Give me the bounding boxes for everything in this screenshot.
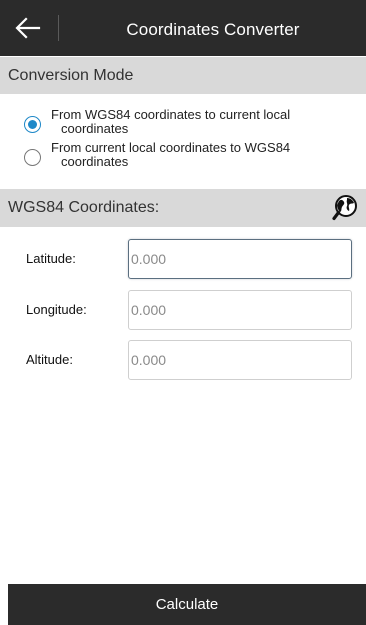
radio-option-label: From current local coordinates to WGS84 … [49,141,334,169]
conversion-mode-title: Conversion Mode [8,66,134,84]
latitude-label: Latitude: [26,251,76,266]
radio-option-label-line1: From WGS84 coordinates to current local [51,107,291,122]
radio-option-label-line2: coordinates [61,121,129,136]
longitude-row: Longitude: [0,290,366,330]
back-button[interactable] [0,0,56,56]
radio-option-label-line1: From current local coordinates to WGS84 [51,140,291,155]
radio-option-wgs84-to-local[interactable]: From WGS84 coordinates to current local … [0,108,366,136]
toolbar-divider [58,15,59,41]
conversion-mode-header: Conversion Mode [0,57,366,94]
radio-option-label: From WGS84 coordinates to current local … [49,108,334,136]
arrow-left-icon [15,17,41,39]
radio-option-label-line2: coordinates [61,154,129,169]
latitude-row: Latitude: [0,239,366,279]
longitude-input[interactable] [128,290,352,330]
altitude-row: Altitude: [0,340,366,380]
wgs84-coordinates-title: WGS84 Coordinates: [8,199,160,216]
top-app-bar: Coordinates Converter [0,0,366,56]
globe-search-button[interactable] [330,193,360,223]
altitude-label: Altitude: [26,352,73,367]
wgs84-coordinates-header: WGS84 Coordinates: [0,189,366,227]
page-title: Coordinates Converter [126,20,300,39]
radio-button-unchecked[interactable] [24,149,41,166]
altitude-input[interactable] [128,340,352,380]
longitude-label: Longitude: [26,302,87,317]
globe-search-icon [332,195,357,221]
radio-button-checked[interactable] [24,116,41,133]
latitude-input[interactable] [128,239,352,279]
radio-option-local-to-wgs84[interactable]: From current local coordinates to WGS84 … [0,141,366,169]
coordinates-converter-screen: Coordinates Converter Conversion Mode Fr… [0,0,366,625]
calculate-button[interactable]: Calculate [8,584,366,625]
conversion-mode-radio-group: From WGS84 coordinates to current local … [0,108,366,169]
